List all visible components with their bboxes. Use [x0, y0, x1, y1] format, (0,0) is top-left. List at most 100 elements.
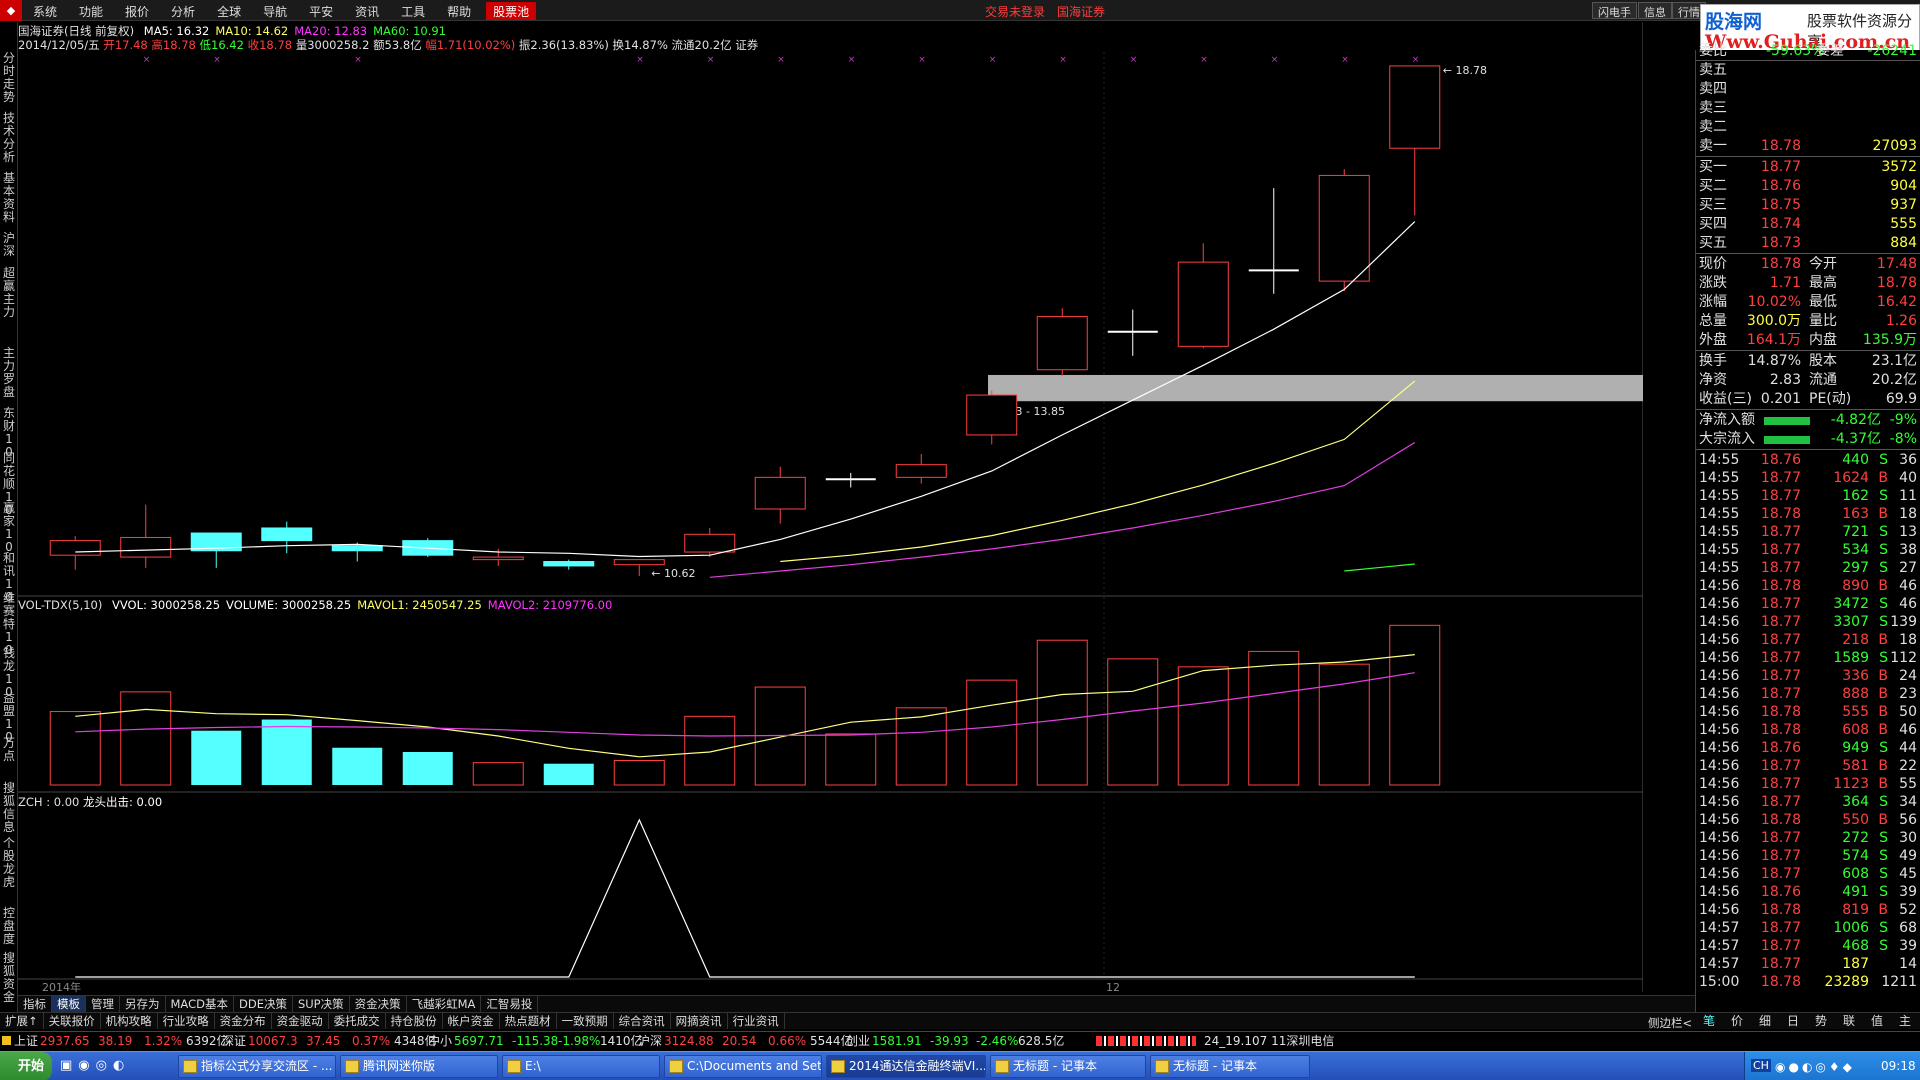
indicator-tab-5[interactable]: DDE决策 — [234, 996, 293, 1012]
quote-tab-3[interactable]: 日 — [1779, 1013, 1807, 1029]
info-tab-6[interactable]: 委托成交 — [329, 1013, 386, 1029]
taskbar-item-0[interactable]: 指标公式分享交流区 - ... — [178, 1055, 336, 1078]
volume-bar[interactable] — [613, 760, 665, 786]
volume-bar[interactable] — [261, 719, 312, 785]
quote-tab-1[interactable]: 价 — [1723, 1013, 1751, 1029]
menu-item-2[interactable]: 报价 — [118, 2, 156, 20]
info-tab-12[interactable]: 网摘资讯 — [671, 1013, 728, 1029]
info-tab-11[interactable]: 综合资讯 — [614, 1013, 671, 1029]
indicator-tab-6[interactable]: SUP决策 — [293, 996, 350, 1012]
menu-item-5[interactable]: 导航 — [256, 2, 294, 20]
menu-item-3[interactable]: 分析 — [164, 2, 202, 20]
info-tab-3[interactable]: 行业攻略 — [158, 1013, 215, 1029]
left-tab-2[interactable]: 基本资料 — [2, 172, 16, 224]
index-name[interactable]: 沪深 — [638, 1032, 662, 1050]
info-tab-2[interactable]: 机构攻略 — [101, 1013, 158, 1029]
chart-svg[interactable]: 19.0018.5018.0017.5017.0016.5016.0015.50… — [18, 22, 1643, 995]
volume-bar[interactable] — [191, 730, 242, 785]
indicator-tab-8[interactable]: 飞越彩虹MA — [407, 996, 482, 1012]
info-tab-4[interactable]: 资金分布 — [215, 1013, 272, 1029]
candle[interactable] — [684, 527, 736, 558]
flash-trade-button[interactable]: 闪电手 — [1592, 2, 1637, 19]
taskbar-item-4[interactable]: 2014通达信金融终端VI... — [826, 1055, 986, 1078]
quote-tab-6[interactable]: 值 — [1863, 1013, 1891, 1029]
candle[interactable] — [261, 521, 313, 554]
left-tab-3[interactable]: 沪深 — [2, 232, 16, 258]
ime-indicator[interactable]: CH — [1751, 1059, 1771, 1072]
quote-tab-5[interactable]: 联 — [1835, 1013, 1863, 1029]
menu-item-1[interactable]: 功能 — [72, 2, 110, 20]
taskbar-item-1[interactable]: 腾讯网迷你版 — [340, 1055, 498, 1078]
tray-icons[interactable]: ◉●◐◎♦◆ — [1775, 1060, 1855, 1074]
left-tab-4[interactable]: 超赢主力 — [2, 267, 16, 319]
taskbar-item-6[interactable]: 无标题 - 记事本 — [1150, 1055, 1310, 1078]
volume-bar[interactable] — [1107, 658, 1159, 786]
taskbar-item-3[interactable]: C:\Documents and Settin... — [664, 1055, 822, 1078]
quote-tab-4[interactable]: 势 — [1807, 1013, 1835, 1029]
candle[interactable] — [825, 472, 876, 488]
info-tab-13[interactable]: 行业资讯 — [728, 1013, 785, 1029]
volume-bar[interactable] — [472, 762, 524, 786]
info-tab-10[interactable]: 一致预期 — [557, 1013, 614, 1029]
menu-item-9[interactable]: 帮助 — [440, 2, 478, 20]
info-tab-5[interactable]: 资金驱动 — [272, 1013, 329, 1029]
indicator-tab-4[interactable]: MACD基本 — [166, 996, 234, 1012]
volume-bar[interactable] — [49, 711, 101, 786]
menu-item-10[interactable]: 股票池 — [486, 2, 537, 20]
quote-tab-0[interactable]: 笔 — [1695, 1013, 1723, 1029]
info-tab-8[interactable]: 帐户资金 — [443, 1013, 500, 1029]
volume-bar[interactable] — [966, 679, 1018, 786]
menu-item-7[interactable]: 资讯 — [348, 2, 386, 20]
info-tab-9[interactable]: 热点题材 — [500, 1013, 557, 1029]
menu-item-6[interactable]: 平安 — [302, 2, 340, 20]
volume-bar[interactable] — [120, 691, 172, 786]
indicator-tab-0[interactable]: 指标 — [18, 996, 52, 1012]
volume-bar[interactable] — [1036, 639, 1088, 786]
index-name[interactable]: 创业 — [846, 1032, 870, 1050]
menu-item-4[interactable]: 全球 — [210, 2, 248, 20]
sidebar-toggle-button[interactable]: 侧边栏< — [1648, 1015, 1692, 1031]
candle[interactable] — [543, 559, 595, 570]
info-tab-1[interactable]: 关联报价 — [44, 1013, 101, 1029]
quick-launch-icons[interactable]: ▣◉◎◐ — [60, 1058, 130, 1073]
left-tab-16[interactable]: 控盘度 — [2, 907, 16, 946]
candle[interactable] — [190, 532, 242, 568]
server-info[interactable]: 24_19.107 11深圳电信 — [1204, 1032, 1334, 1050]
start-button[interactable]: 开始 — [0, 1052, 52, 1080]
indicator-tab-2[interactable]: 管理 — [86, 996, 120, 1012]
candle[interactable] — [895, 453, 947, 484]
trade-login-status[interactable]: 交易未登录 — [985, 3, 1045, 20]
index-name[interactable]: 上证 — [14, 1032, 38, 1050]
volume-bar[interactable] — [1177, 666, 1229, 786]
left-tab-15[interactable]: 个股龙虎 — [2, 837, 16, 889]
candle[interactable] — [120, 504, 172, 568]
candle[interactable] — [966, 390, 1018, 445]
candle[interactable] — [754, 466, 806, 524]
quote-tab-2[interactable]: 细 — [1751, 1013, 1779, 1029]
candle[interactable] — [49, 536, 101, 570]
taskbar-item-5[interactable]: 无标题 - 记事本 — [990, 1055, 1146, 1078]
taskbar-item-2[interactable]: E:\ — [502, 1055, 660, 1078]
info-tab-7[interactable]: 持仓股份 — [386, 1013, 443, 1029]
volume-bar[interactable] — [332, 747, 383, 785]
left-tab-17[interactable]: 搜狐资金 — [2, 952, 16, 1004]
left-tab-5[interactable]: 主力罗盘 — [2, 347, 16, 399]
volume-bar[interactable] — [402, 752, 453, 785]
volume-bar[interactable] — [543, 763, 594, 785]
candle[interactable] — [1107, 309, 1158, 356]
info-tab-0[interactable]: 扩展↑ — [0, 1013, 44, 1029]
volume-bar[interactable] — [895, 707, 947, 786]
indicator-tab-3[interactable]: 另存为 — [120, 996, 166, 1012]
index-name[interactable]: 深证 — [222, 1032, 246, 1050]
indicator-tab-1[interactable]: 模板 — [52, 996, 86, 1012]
volume-bar[interactable] — [684, 715, 736, 786]
left-tab-1[interactable]: 技术分析 — [2, 112, 16, 164]
info-button[interactable]: 信息 — [1638, 2, 1672, 19]
menu-item-0[interactable]: 系统 — [26, 2, 64, 20]
app-logo-icon[interactable]: ◆ — [0, 0, 22, 21]
index-name[interactable]: 中小 — [428, 1032, 452, 1050]
volume-bar[interactable] — [1318, 663, 1370, 786]
volume-bar[interactable] — [1389, 624, 1441, 786]
left-tab-14[interactable]: 搜狐信息 — [2, 782, 16, 834]
volume-bar[interactable] — [1248, 650, 1300, 786]
